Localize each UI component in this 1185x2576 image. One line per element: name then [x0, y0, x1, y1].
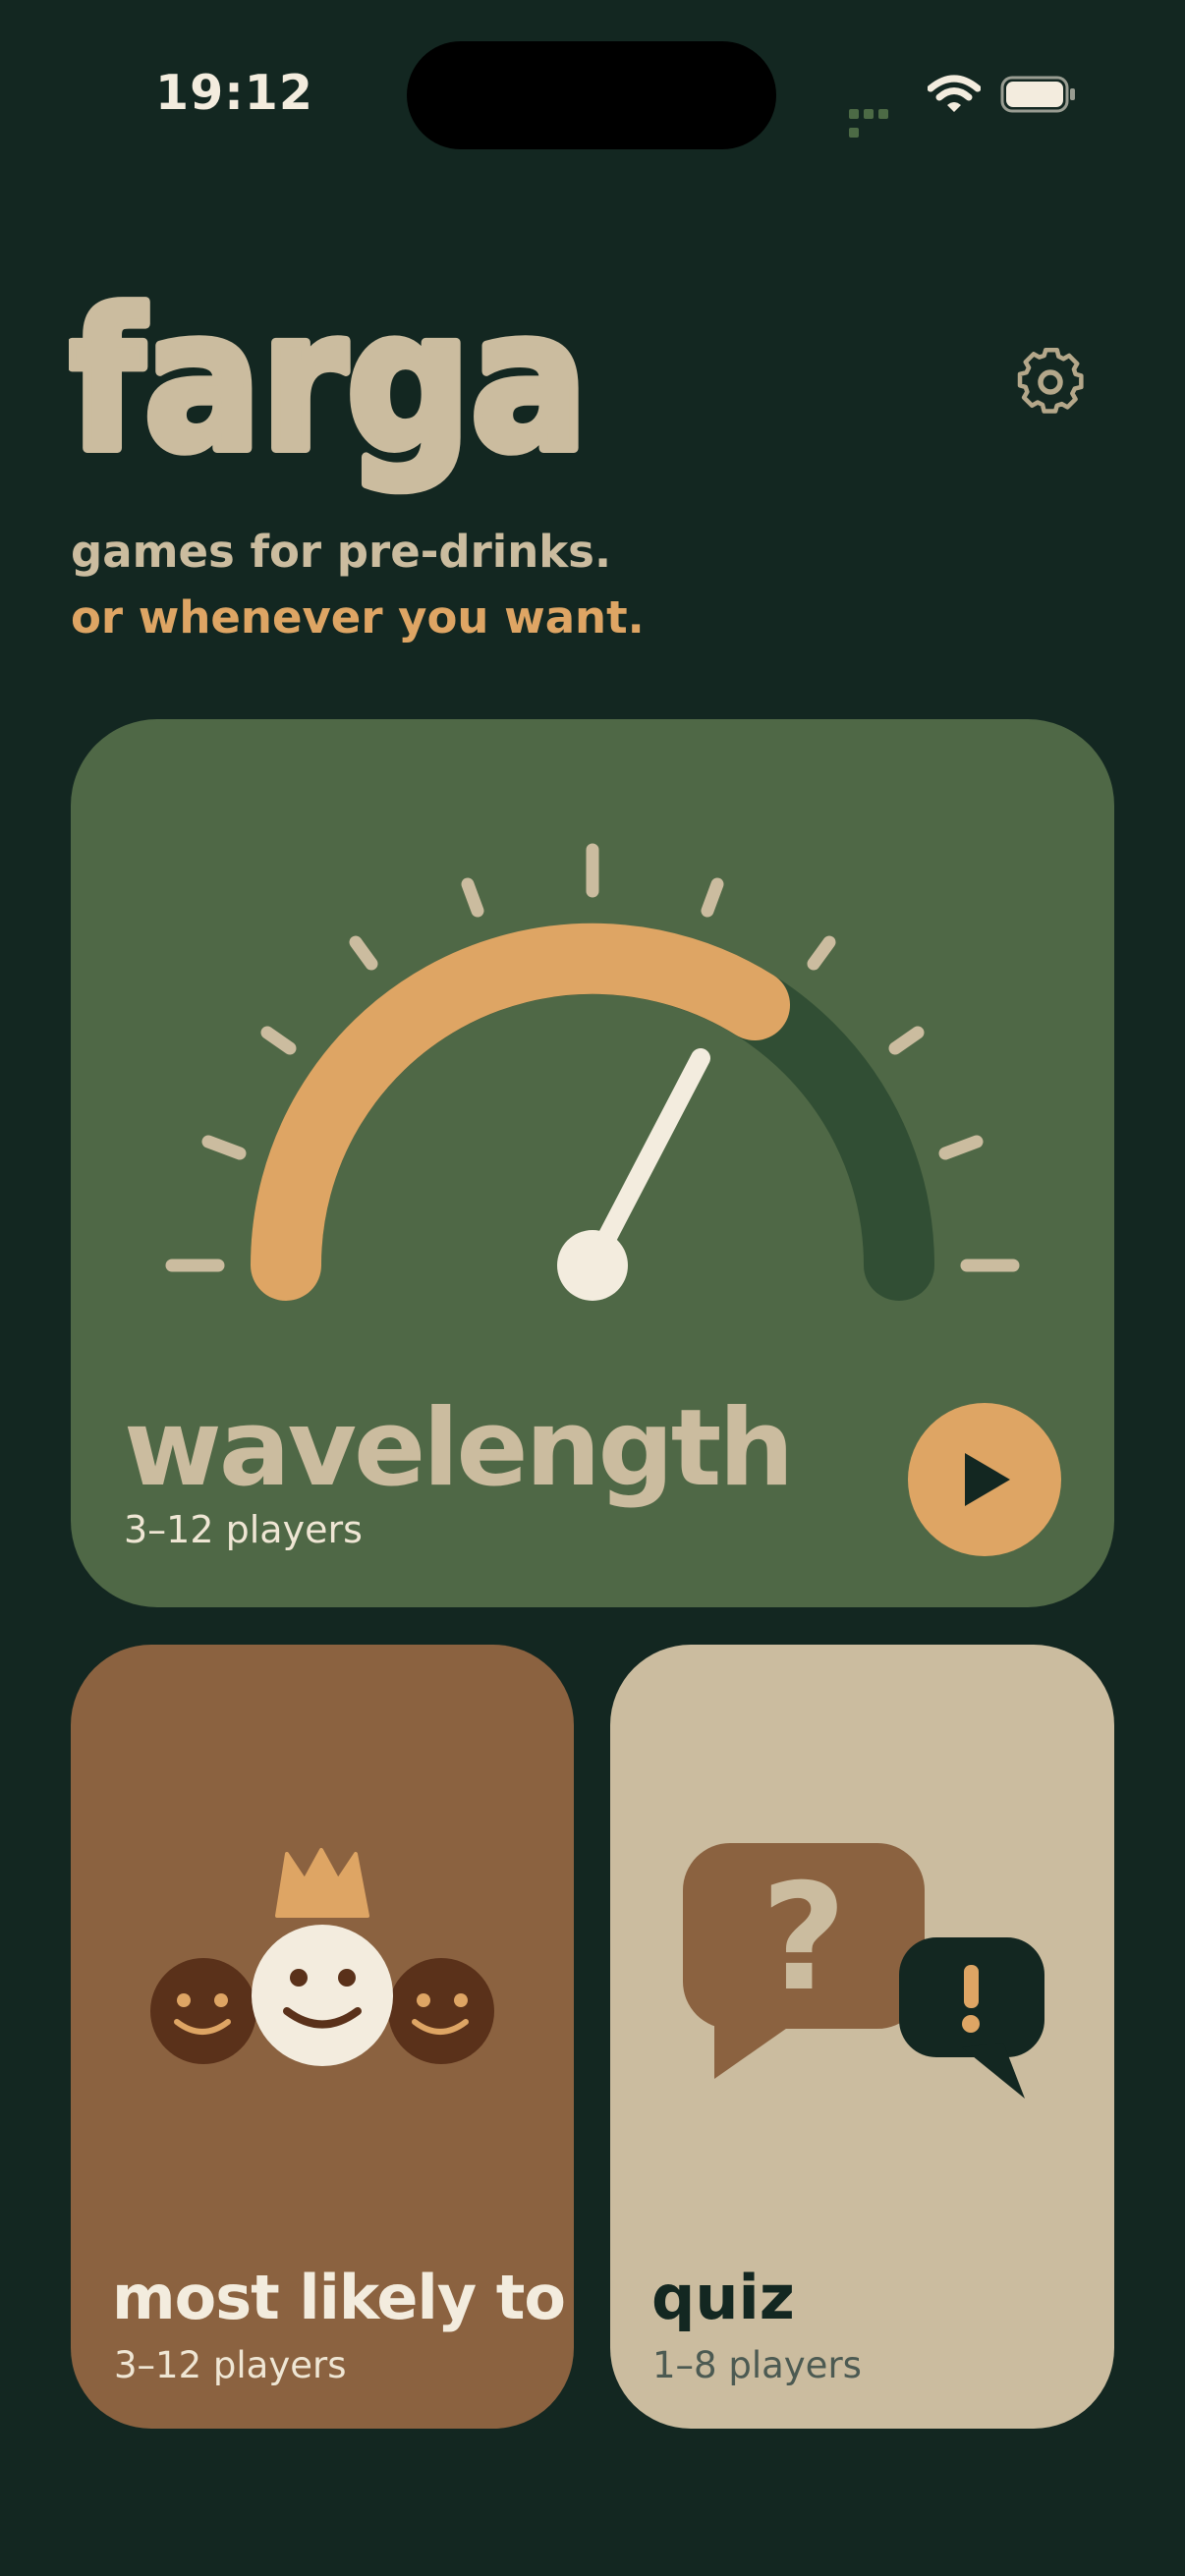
- player-count: 3–12 players: [124, 1508, 363, 1551]
- cellular-signal-icon: [849, 104, 906, 138]
- gear-icon: [1017, 347, 1084, 414]
- wifi-icon: [928, 75, 981, 112]
- player-count: 1–8 players: [652, 2344, 862, 2386]
- play-icon: [965, 1453, 1010, 1506]
- status-time: 19:12: [155, 65, 313, 121]
- app-logo-text: farga: [69, 273, 588, 494]
- game-title: wavelength: [124, 1387, 794, 1510]
- tagline-line-1: games for pre-drinks.: [71, 526, 612, 578]
- game-title: quiz: [651, 2262, 795, 2333]
- game-card-quiz[interactable]: ? quiz 1–8 players: [610, 1645, 1114, 2429]
- play-button[interactable]: [908, 1403, 1061, 1556]
- game-card-wavelength[interactable]: wavelength 3–12 players: [71, 719, 1114, 1607]
- svg-text:?: ?: [761, 1853, 846, 2024]
- app-logo: farga: [69, 273, 592, 499]
- battery-icon: [1000, 76, 1075, 113]
- tagline-line-2: or whenever you want.: [71, 591, 645, 644]
- game-card-most-likely-to[interactable]: most likely to 3–12 players: [71, 1645, 574, 2429]
- dynamic-island: [407, 41, 776, 149]
- settings-button[interactable]: [1006, 338, 1095, 426]
- player-count: 3–12 players: [114, 2344, 347, 2386]
- game-title: most likely to: [112, 2262, 566, 2333]
